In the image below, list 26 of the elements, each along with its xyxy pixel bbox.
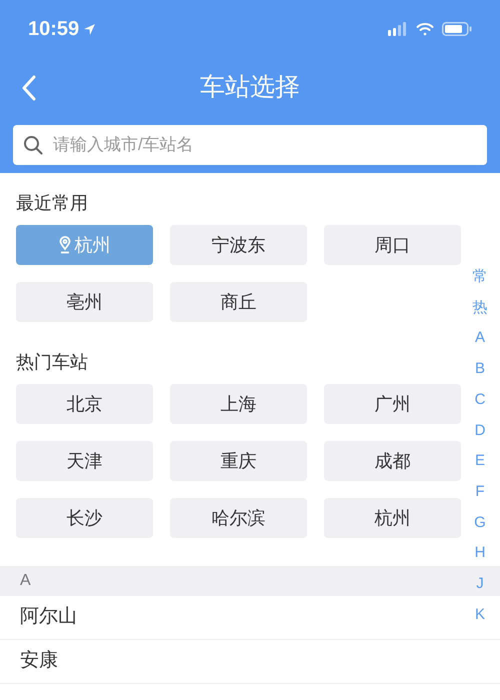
wifi-icon (416, 22, 434, 36)
page-title: 车站选择 (200, 72, 300, 104)
section-title: 最近常用 (16, 192, 88, 215)
back-chevron-icon (21, 75, 37, 101)
location-pin-icon (58, 236, 70, 254)
station-chip[interactable]: 长沙 (16, 498, 153, 538)
station-chip[interactable]: 重庆 (170, 441, 307, 481)
station-chip[interactable]: 杭州 (324, 498, 461, 538)
station-chip[interactable]: 北京 (16, 384, 153, 424)
section-title: 热门车站 (16, 351, 88, 374)
station-chip[interactable]: 周口 (324, 225, 461, 265)
station-chip[interactable]: 哈尔滨 (170, 498, 307, 538)
station-chip[interactable]: 宁波东 (170, 225, 307, 265)
station-chip[interactable]: 成都 (324, 441, 461, 481)
signal-icon (388, 22, 408, 36)
search-field[interactable]: 请输入城市/车站名 (13, 125, 487, 165)
station-chip[interactable]: 商丘 (170, 282, 307, 322)
station-chip[interactable]: 广州 (324, 384, 461, 424)
station-chip[interactable]: 天津 (16, 441, 153, 481)
search-icon (23, 135, 43, 155)
station-list-item[interactable]: 安康 (0, 640, 500, 684)
station-chip[interactable]: 上海 (170, 384, 307, 424)
station-chip[interactable]: 亳州 (16, 282, 153, 322)
status-time: 10:59 (28, 17, 80, 42)
battery-icon (442, 22, 472, 36)
location-arrow-icon (83, 22, 96, 36)
